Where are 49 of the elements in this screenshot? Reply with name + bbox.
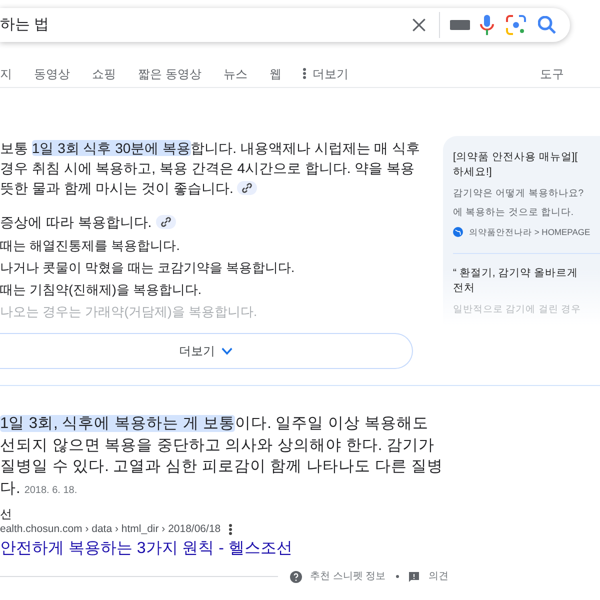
search-tab[interactable]: 뉴스 — [223, 64, 248, 82]
about-snippets-link[interactable]: 추천 스니펫 정보 — [310, 569, 386, 584]
camera-lens-icon[interactable] — [506, 15, 526, 35]
link-icon — [242, 183, 252, 193]
search-tab[interactable]: 웹 — [269, 64, 282, 82]
snippet-text: 경우 취침 시에 복용하고, 복용 간격은 4시간으로 합니다. 약을 복용 — [0, 159, 415, 178]
panel-title[interactable]: “ 환절기, 감기약 올바르게 — [453, 266, 578, 281]
snippet-text: 보통 1일 3회 식후 30분에 복용합니다. 내용액제나 시럽제는 매 식후 — [0, 139, 420, 158]
search-tab[interactable]: 쇼핑 — [92, 64, 116, 82]
search-tab[interactable]: 짧은 동영상 — [138, 64, 202, 82]
feedback-icon[interactable] — [408, 572, 419, 582]
site-name: 선 — [0, 507, 13, 522]
list-item: 때는 기침약(진해제)을 복용합니다. — [0, 281, 202, 299]
list-item: 나거나 콧물이 막혔을 때는 코감기약을 복용합니다. — [0, 259, 296, 277]
link-icon — [160, 217, 171, 227]
tools-button[interactable]: 도구 — [540, 64, 564, 82]
more-button[interactable]: 더보기 — [0, 333, 413, 369]
microphone-icon[interactable] — [480, 14, 494, 36]
result-text: 다. — [0, 478, 20, 498]
panel-snippet: 일반적으로 감기에 걸린 경우 — [453, 302, 581, 317]
search-query: 하는 법 — [0, 14, 50, 35]
more-vert-icon — [303, 68, 306, 79]
help-icon[interactable] — [290, 570, 302, 582]
chevron-down-icon — [221, 347, 233, 355]
result-url: ealth.chosun.com › data › html_dir › 2018/06/18 — [0, 522, 221, 537]
list-item: 때는 해열진통제를 복용합니다. — [0, 237, 181, 255]
search-field[interactable]: 하는 법 — [0, 8, 570, 42]
feedback-link[interactable]: 의견 — [428, 569, 449, 584]
search-icon[interactable] — [538, 16, 556, 34]
result-text: 질병일 수 있다. 고열과 심한 피로감이 함께 나타나도 다른 질병 — [0, 457, 444, 477]
link-chip[interactable] — [237, 181, 258, 195]
search-tab[interactable]: 동영상 — [34, 64, 70, 82]
more-tab[interactable]: 더보기 — [303, 64, 348, 82]
result-date: 2018. 6. 18. — [24, 484, 78, 498]
snippet-text: 증상에 따라 복용합니다. — [0, 213, 152, 232]
panel-title[interactable]: [의약품 안전사용 매뉴얼][ — [453, 150, 578, 165]
panel-snippet: 감기약은 어떻게 복용하나요? — [453, 187, 584, 201]
list-item: 나오는 경우는 가래약(거담제)을 복용합니다. — [0, 303, 258, 321]
link-chip[interactable] — [156, 215, 176, 229]
panel-source: 의약품안전나라 > HOMEPAGE — [469, 226, 590, 239]
panel-title[interactable]: 하세요!] — [453, 165, 492, 180]
panel-snippet: 에 복용하는 것으로 합니다. — [453, 206, 574, 220]
result-text: 1일 3회, 식후에 복용하는 게 보통이다. 일주일 이상 복용해도 — [0, 414, 428, 434]
panel-title[interactable]: 전처 — [453, 280, 475, 296]
search-tab[interactable]: 지 — [0, 64, 12, 82]
more-vert-icon[interactable] — [228, 524, 232, 535]
snippet-text: 뜻한 물과 함께 마시는 것이 좋습니다. — [0, 179, 234, 198]
result-text: 선되지 않으면 복용을 중단하고 의사와 상의해야 한다. 감기가 — [0, 436, 434, 456]
result-title-link[interactable]: 안전하게 복용하는 3가지 원칙 - 헬스조선 — [0, 539, 292, 559]
